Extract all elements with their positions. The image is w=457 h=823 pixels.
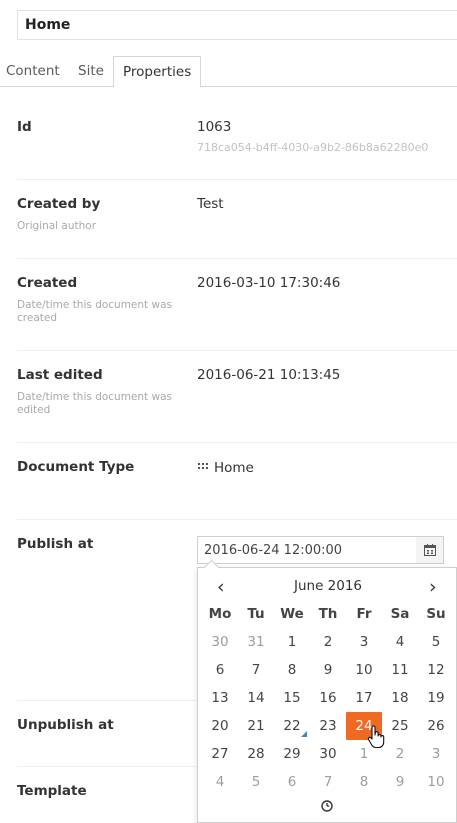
created-label: Created <box>17 275 78 291</box>
date-picker: ‹ June 2016 › Mo Tu We Th Fr Sa Su 30 31 1 2 3 4 5 6 7… <box>197 567 457 823</box>
tab-content[interactable]: Content <box>6 56 60 87</box>
property-created-by: Created by Original author Test <box>17 180 457 259</box>
calendar-day[interactable]: 3 <box>346 628 382 656</box>
calendar-day[interactable]: 2 <box>310 628 346 656</box>
created-value: 2016-03-10 17:30:46 <box>197 275 341 291</box>
calendar-day[interactable]: 6 <box>202 656 238 684</box>
calendar-day[interactable]: 8 <box>274 656 310 684</box>
created-description: Date/time this document was created <box>17 299 172 324</box>
calendar-day[interactable]: 1 <box>346 740 382 768</box>
created-by-value: Test <box>197 196 224 212</box>
calendar-day[interactable]: 3 <box>418 740 454 768</box>
calendar-day[interactable]: 12 <box>418 656 454 684</box>
calendar-day[interactable]: 26 <box>418 712 454 740</box>
property-created: Created Date/time this document was crea… <box>17 259 457 351</box>
created-by-label: Created by <box>17 196 101 212</box>
publish-at-field[interactable] <box>197 536 417 564</box>
calendar-day[interactable]: 9 <box>310 656 346 684</box>
created-by-description: Original author <box>17 220 97 232</box>
weekday-header: Fr <box>356 606 372 622</box>
calendar-button[interactable] <box>416 536 444 564</box>
tab-site[interactable]: Site <box>78 56 104 87</box>
calendar-day[interactable]: 27 <box>202 740 238 768</box>
tab-properties[interactable]: Properties <box>113 56 202 88</box>
calendar-day[interactable]: 19 <box>418 684 454 712</box>
weekday-header: We <box>280 606 304 622</box>
calendar-day[interactable]: 10 <box>418 768 454 796</box>
document-type-value: Home <box>214 460 254 476</box>
publish-at-input[interactable] <box>198 537 416 563</box>
calendar-day[interactable]: 31 <box>238 628 274 656</box>
calendar-day[interactable]: 25 <box>382 712 418 740</box>
calendar-icon <box>423 544 436 556</box>
calendar-day[interactable]: 5 <box>418 628 454 656</box>
id-label: Id <box>17 119 32 135</box>
document-type-link[interactable]: Home <box>197 460 254 476</box>
tab-bar: Content Site Properties <box>0 56 457 88</box>
weekday-header: Th <box>318 606 338 622</box>
publish-at-label: Publish at <box>17 536 94 552</box>
calendar-day[interactable]: 9 <box>382 768 418 796</box>
last-edited-description: Date/time this document was edited <box>17 391 172 416</box>
property-document-type: Document Type Home <box>17 443 457 520</box>
calendar-day[interactable]: 7 <box>238 656 274 684</box>
calendar-day[interactable]: 15 <box>274 684 310 712</box>
calendar-day[interactable]: 1 <box>274 628 310 656</box>
calendar-day[interactable]: 14 <box>238 684 274 712</box>
month-title[interactable]: June 2016 <box>198 578 457 594</box>
last-edited-label: Last edited <box>17 367 103 383</box>
property-id: Id 1063 718ca054-b4ff-4030-a9b2-86b8a622… <box>17 104 457 180</box>
calendar-day[interactable]: 30 <box>310 740 346 768</box>
weekday-header: Su <box>426 606 446 622</box>
guid-value: 718ca054-b4ff-4030-a9b2-86b8a62280e0 <box>197 141 429 154</box>
calendar-day[interactable]: 6 <box>274 768 310 796</box>
calendar-day[interactable]: 30 <box>202 628 238 656</box>
calendar-day[interactable]: 4 <box>202 768 238 796</box>
grid-dots-icon <box>197 461 209 471</box>
calendar-day[interactable]: 8 <box>346 768 382 796</box>
calendar-day[interactable]: 4 <box>382 628 418 656</box>
calendar-day[interactable]: 5 <box>238 768 274 796</box>
node-name-field[interactable] <box>17 10 457 40</box>
calendar-day[interactable]: 13 <box>202 684 238 712</box>
calendar-day[interactable]: 16 <box>310 684 346 712</box>
weekday-header: Tu <box>247 606 265 622</box>
property-last-edited: Last edited Date/time this document was … <box>17 351 457 443</box>
unpublish-at-label: Unpublish at <box>17 717 114 733</box>
calendar-day[interactable]: 29 <box>274 740 310 768</box>
calendar-day[interactable]: 11 <box>382 656 418 684</box>
clock-icon[interactable] <box>321 800 333 812</box>
today-day[interactable]: 22 <box>274 712 310 740</box>
id-value: 1063 <box>197 119 232 135</box>
weekday-header: Mo <box>208 606 232 622</box>
selected-day[interactable]: 24 <box>346 712 382 740</box>
calendar-day[interactable]: 2 <box>382 740 418 768</box>
weekday-header: Sa <box>390 606 410 622</box>
calendar-day[interactable]: 28 <box>238 740 274 768</box>
calendar-day[interactable]: 21 <box>238 712 274 740</box>
calendar-day[interactable]: 20 <box>202 712 238 740</box>
calendar-day[interactable]: 7 <box>310 768 346 796</box>
last-edited-value: 2016-06-21 10:13:45 <box>197 367 341 383</box>
next-month-button[interactable]: › <box>429 577 437 597</box>
template-label: Template <box>17 783 87 799</box>
node-name-input[interactable] <box>18 11 457 39</box>
calendar-day[interactable]: 10 <box>346 656 382 684</box>
document-type-label: Document Type <box>17 459 135 475</box>
calendar-day[interactable]: 18 <box>382 684 418 712</box>
calendar-day[interactable]: 17 <box>346 684 382 712</box>
calendar-day[interactable]: 23 <box>310 712 346 740</box>
